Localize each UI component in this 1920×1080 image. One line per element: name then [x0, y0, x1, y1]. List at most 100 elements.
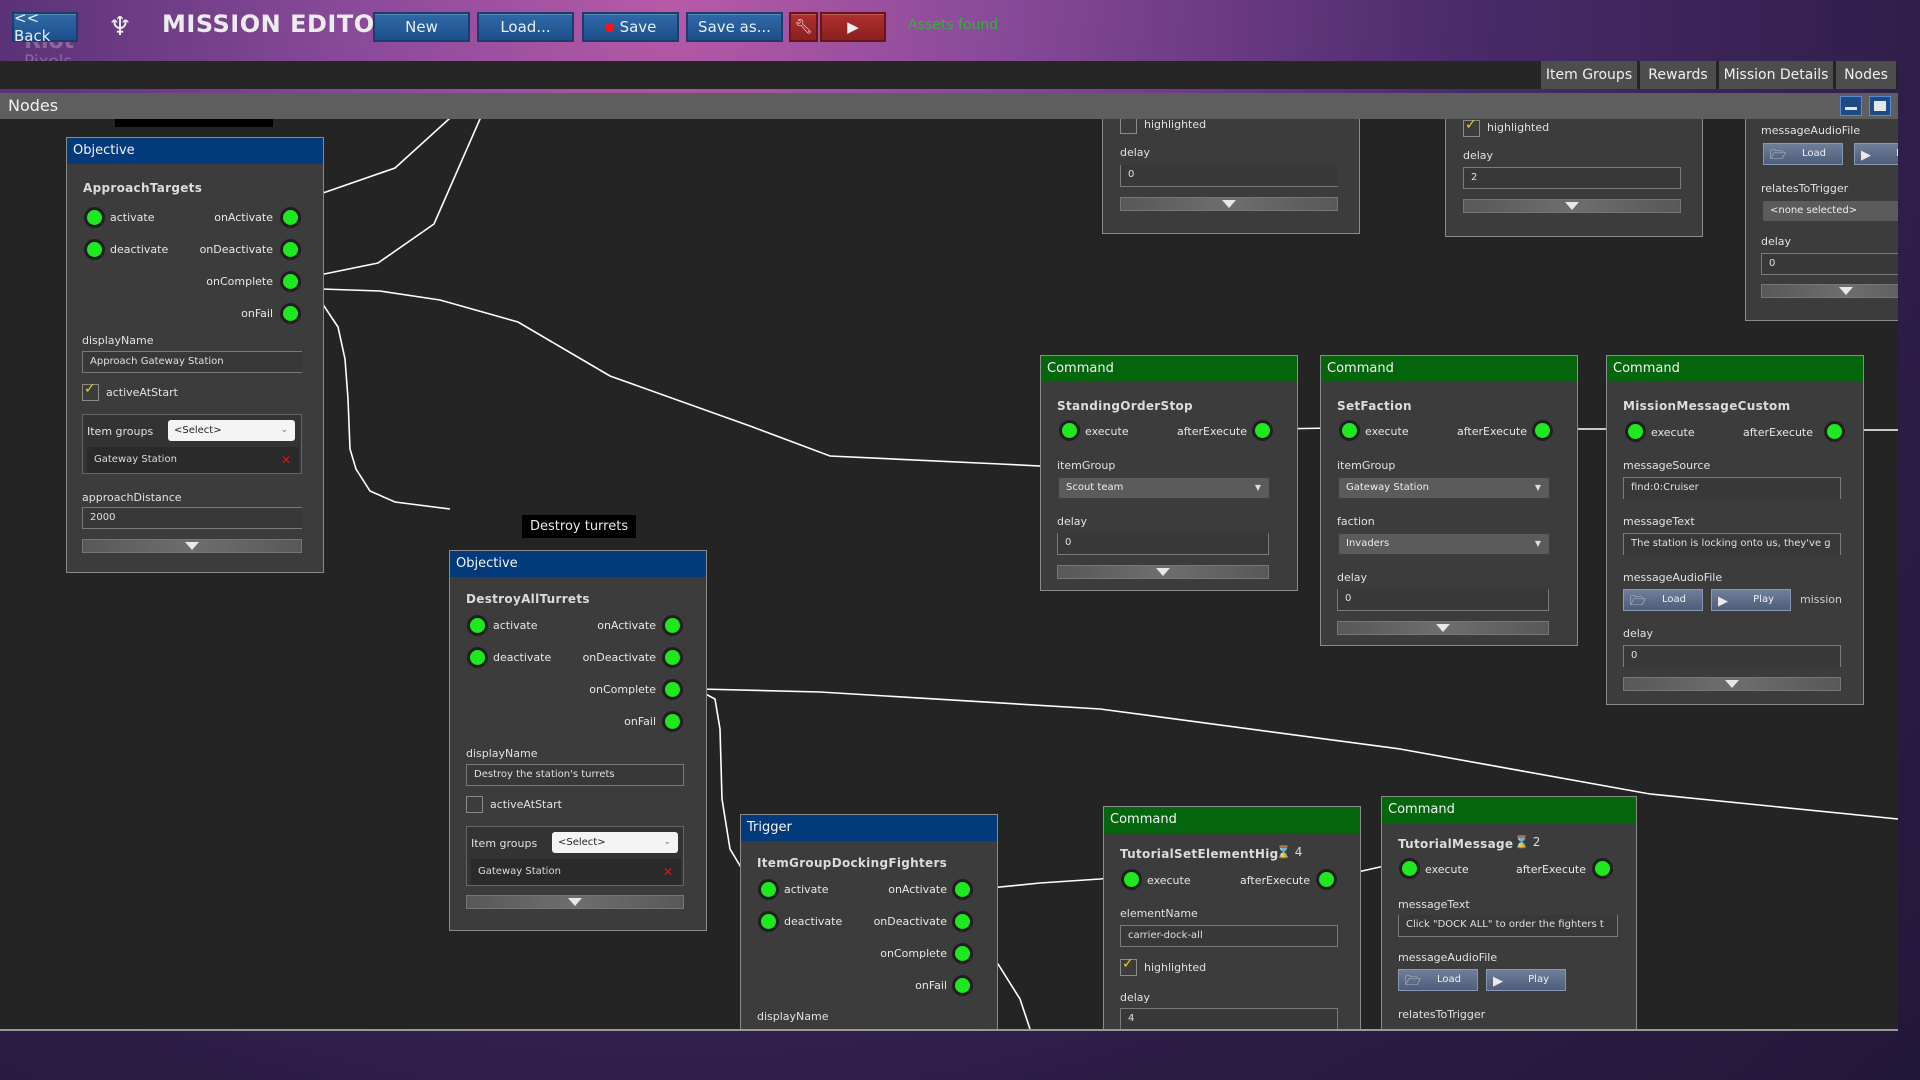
port-oncomplete[interactable]	[283, 274, 298, 289]
save-as-button[interactable]: Save as...	[686, 12, 783, 42]
node-objective-destroy-turrets[interactable]: Objective DestroyAllTurrets activate dea…	[449, 550, 707, 931]
expand-button[interactable]	[1120, 197, 1338, 211]
item-group-select[interactable]: Scout team ▼	[1059, 478, 1269, 498]
message-source-input[interactable]: find:0:Cruiser	[1623, 477, 1841, 499]
port-after-execute[interactable]	[1595, 861, 1610, 876]
delay-input[interactable]: 0	[1057, 533, 1269, 555]
faction-select[interactable]: Invaders ▼	[1339, 534, 1549, 554]
node-header[interactable]: Command	[1104, 807, 1360, 833]
expand-button[interactable]	[466, 895, 684, 909]
node-header[interactable]: Trigger	[741, 815, 997, 841]
expand-button[interactable]	[1057, 565, 1269, 579]
active-at-start-checkbox[interactable]: ✓	[82, 381, 99, 401]
tab-nodes[interactable]: Nodes	[1836, 61, 1896, 89]
relates-to-trigger-select[interactable]: <none selected>	[1763, 201, 1898, 221]
expand-button[interactable]	[1623, 677, 1841, 691]
tab-mission-details[interactable]: Mission Details	[1719, 61, 1833, 89]
test-play-button[interactable]: ▶	[820, 12, 886, 42]
port-onactivate[interactable]	[665, 618, 680, 633]
delay-input[interactable]: 0	[1623, 645, 1841, 667]
settings-button[interactable]: 🔧︎	[789, 12, 818, 42]
play-audio-button[interactable]: ▶ Play	[1711, 589, 1791, 611]
maximize-button[interactable]	[1869, 96, 1891, 116]
expand-button[interactable]	[1761, 284, 1898, 298]
save-button[interactable]: Save	[582, 12, 679, 42]
load-button[interactable]: Load...	[477, 12, 574, 42]
node-command-partial-c[interactable]: messageAudioFile 🗁 Load ▶ Play relatesToTr…	[1745, 119, 1898, 321]
port-onfail[interactable]	[665, 714, 680, 729]
port-ondeactivate[interactable]	[283, 242, 298, 257]
delay-input[interactable]: 2	[1463, 167, 1681, 189]
node-header[interactable]: Objective	[450, 551, 706, 577]
minimize-button[interactable]	[1840, 96, 1862, 116]
node-header[interactable]: Command	[1607, 356, 1863, 382]
port-onfail[interactable]	[955, 978, 970, 993]
node-command-tutorial-set-element[interactable]: Command TutorialSetElementHig ⌛ 4 execut…	[1103, 806, 1361, 1029]
node-header[interactable]: Command	[1382, 797, 1636, 823]
item-groups-select[interactable]: <Select> ⌄	[552, 832, 678, 853]
port-onfail[interactable]	[283, 306, 298, 321]
element-name-input[interactable]: carrier-dock-all	[1120, 925, 1338, 947]
new-button[interactable]: New	[373, 12, 470, 42]
expand-button[interactable]	[1463, 199, 1681, 213]
port-deactivate[interactable]	[87, 242, 102, 257]
port-after-execute[interactable]	[1319, 872, 1334, 887]
delay-input[interactable]: 0	[1761, 253, 1898, 275]
node-trigger-docking-fighters[interactable]: Trigger ItemGroupDockingFighters activat…	[740, 814, 998, 1029]
highlighted-checkbox[interactable]: ✓	[1120, 956, 1137, 976]
port-deactivate[interactable]	[470, 650, 485, 665]
approach-distance-input[interactable]: 2000	[82, 507, 302, 529]
back-button[interactable]: << Back	[12, 9, 78, 45]
node-objective-approach[interactable]: Objective ApproachTargets activate deact…	[66, 137, 324, 573]
port-execute[interactable]	[1124, 872, 1139, 887]
play-audio-button[interactable]: ▶ Play	[1854, 143, 1898, 165]
expand-button[interactable]	[1337, 621, 1549, 635]
node-command-mission-message-custom[interactable]: Command MissionMessageCustom execute aft…	[1606, 355, 1864, 705]
port-activate[interactable]	[87, 210, 102, 225]
port-onactivate[interactable]	[955, 882, 970, 897]
port-execute[interactable]	[1062, 423, 1077, 438]
play-audio-button[interactable]: ▶ Play	[1486, 969, 1566, 991]
load-audio-button[interactable]: 🗁 Load	[1763, 143, 1843, 165]
highlighted-checkbox[interactable]	[1120, 119, 1137, 134]
delay-input[interactable]: 4	[1120, 1008, 1338, 1029]
port-oncomplete[interactable]	[665, 682, 680, 697]
port-execute[interactable]	[1402, 861, 1417, 876]
node-header[interactable]: Command	[1041, 356, 1297, 382]
port-activate[interactable]	[761, 882, 776, 897]
highlighted-checkbox[interactable]: ✓	[1463, 119, 1480, 137]
expand-button[interactable]	[82, 539, 302, 553]
node-command-partial-a[interactable]: highlighted delay 0	[1102, 119, 1360, 234]
tab-item-groups[interactable]: Item Groups	[1541, 61, 1637, 89]
node-header[interactable]: Objective	[67, 138, 323, 164]
display-name-input[interactable]: Approach Gateway Station	[82, 351, 302, 373]
port-activate[interactable]	[470, 618, 485, 633]
port-onactivate[interactable]	[283, 210, 298, 225]
port-oncomplete[interactable]	[955, 946, 970, 961]
load-audio-button[interactable]: 🗁 Load	[1398, 969, 1478, 991]
message-text-input[interactable]: Click "DOCK ALL" to order the fighters t	[1398, 915, 1618, 937]
node-command-standing-order-stop[interactable]: Command StandingOrderStop execute afterE…	[1040, 355, 1298, 591]
active-at-start-checkbox[interactable]	[466, 796, 483, 813]
remove-x-icon[interactable]: ✕	[281, 447, 291, 473]
delay-input[interactable]: 0	[1120, 165, 1338, 187]
item-groups-select[interactable]: <Select> ⌄	[168, 420, 295, 441]
port-ondeactivate[interactable]	[955, 914, 970, 929]
port-after-execute[interactable]	[1255, 423, 1270, 438]
delay-input[interactable]: 0	[1337, 589, 1549, 611]
tab-rewards[interactable]: Rewards	[1640, 61, 1716, 89]
port-deactivate[interactable]	[761, 914, 776, 929]
load-audio-button[interactable]: 🗁 Load	[1623, 589, 1703, 611]
message-text-input[interactable]: The station is locking onto us, they've …	[1623, 533, 1841, 555]
node-header[interactable]: Command	[1321, 356, 1577, 382]
port-execute[interactable]	[1628, 424, 1643, 439]
node-command-set-faction[interactable]: Command SetFaction execute afterExecute …	[1320, 355, 1578, 646]
item-group-select[interactable]: Gateway Station ▼	[1339, 478, 1549, 498]
port-ondeactivate[interactable]	[665, 650, 680, 665]
port-after-execute[interactable]	[1827, 424, 1842, 439]
node-command-tutorial-message[interactable]: Command TutorialMessage ⌛ 2 execute afte…	[1381, 796, 1637, 1029]
port-execute[interactable]	[1342, 423, 1357, 438]
node-canvas[interactable]: Objective ApproachTargets activate deact…	[0, 119, 1898, 1031]
remove-x-icon[interactable]: ✕	[663, 859, 673, 885]
port-after-execute[interactable]	[1535, 423, 1550, 438]
